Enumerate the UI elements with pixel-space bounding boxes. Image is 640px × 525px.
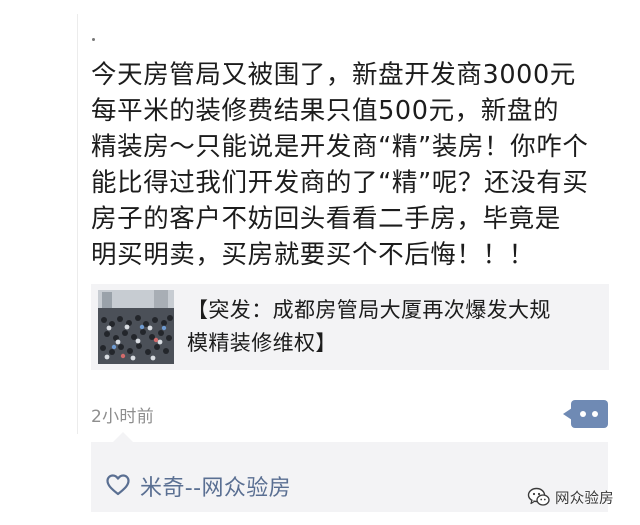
comment-dot xyxy=(592,411,598,417)
liker-name-link[interactable]: 米奇--网众验房 xyxy=(140,470,291,502)
article-title: 【突发：成都房管局大厦再次爆发大规 模精装修维权】 xyxy=(187,294,599,360)
article-title-line: 模精装修维权】 xyxy=(187,331,337,355)
post-text-line: 今天房管局又被围了，新盘开发商3000元 xyxy=(91,60,576,90)
post-text-line: 精装房～只能说是开发商“精”装房！你咋个 xyxy=(91,132,589,162)
post-text-line: 每平米的装修费结果只值500元，新盘的 xyxy=(91,96,560,126)
comment-dots-icon[interactable] xyxy=(563,400,608,428)
heart-icon xyxy=(106,474,130,496)
comment-dot xyxy=(580,411,586,417)
post-text-line: 明买明卖，买房就要买个不后悔！！！ xyxy=(91,240,535,270)
wechat-icon xyxy=(527,487,550,506)
watermark: 网众验房 xyxy=(527,485,614,509)
post-text-line: 能比得过我们开发商的了“精”呢？还没有买 xyxy=(91,168,589,198)
dot-mark xyxy=(92,38,95,41)
article-title-line: 【突发：成都房管局大厦再次爆发大规 xyxy=(187,298,551,322)
post-text-line: 房子的客户不妨回头看看二手房，毕竟是 xyxy=(91,204,561,234)
divider-line xyxy=(77,14,78,434)
shared-article-card[interactable]: 【突发：成都房管局大厦再次爆发大规 模精装修维权】 xyxy=(91,284,609,370)
post-timestamp: 2小时前 xyxy=(91,407,155,427)
post-text: 今天房管局又被围了，新盘开发商3000元 每平米的装修费结果只值500元，新盘的… xyxy=(91,57,621,273)
crowd-photo-thumbnail xyxy=(98,290,174,364)
watermark-text: 网众验房 xyxy=(555,490,614,507)
